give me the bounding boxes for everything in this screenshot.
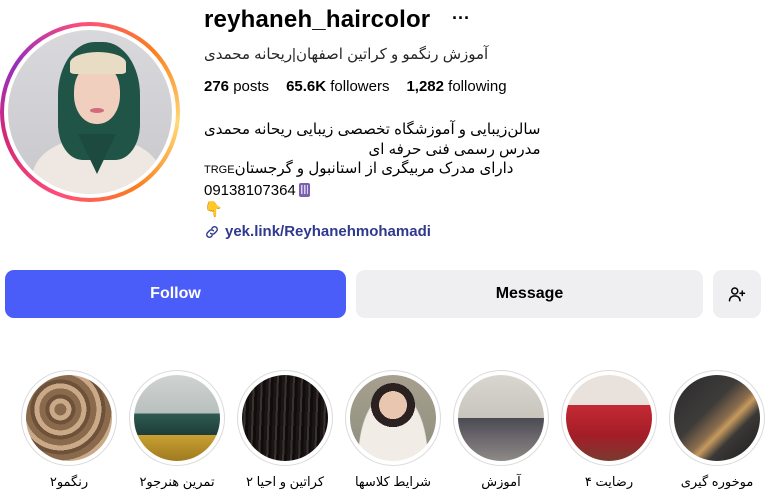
highlight-item[interactable]: کراتین و احیا ۲: [230, 370, 340, 490]
add-user-button[interactable]: [713, 270, 761, 318]
highlight-label: آموزش: [481, 474, 521, 489]
posts-label: posts: [233, 78, 270, 95]
followers-label: followers: [330, 78, 390, 95]
avatar-photo: [8, 30, 172, 194]
message-button[interactable]: Message: [356, 270, 703, 318]
highlight-ring: [237, 370, 333, 466]
highlight-ring: [561, 370, 657, 466]
highlight-item[interactable]: تمرین هنرجو۲: [122, 370, 232, 490]
profile-avatar[interactable]: [0, 22, 180, 202]
profile-full-name: آموزش رنگمو و کراتین اصفهان|ریحانه محمدی: [204, 46, 489, 63]
highlight-ring: [453, 370, 549, 466]
highlight-label: شرایط کلاسها: [354, 474, 432, 489]
highlight-cover: [242, 375, 328, 461]
add-user-icon: [728, 287, 746, 302]
highlight-label: رضایت ۴: [584, 474, 634, 489]
avatar-border: [4, 26, 176, 198]
bio-line-text: دارای مدرک مربیگری از استانبول و گرجستان: [234, 160, 514, 177]
highlight-ring: [129, 370, 225, 466]
highlight-ring: [669, 370, 765, 466]
highlight-ring: [21, 370, 117, 466]
following-count: 1,282: [406, 78, 444, 95]
bio-line: مدرس رسمی فنی حرفه ای: [368, 140, 541, 158]
highlight-item[interactable]: آموزش: [446, 370, 556, 490]
profile-link-text: yek.link/Reyhanehmohamadi: [225, 223, 431, 240]
highlight-cover: [566, 375, 652, 461]
link-chain-icon: [206, 225, 218, 238]
highlight-item[interactable]: رنگمو۲: [14, 370, 124, 490]
more-options-icon[interactable]: ···: [452, 8, 470, 29]
highlight-label: تمرین هنرجو۲: [139, 474, 215, 489]
highlight-item[interactable]: رضایت ۴: [554, 370, 664, 490]
highlight-item[interactable]: شرایط کلاسها: [338, 370, 448, 490]
bio-badge: TRGE: [204, 164, 235, 176]
highlight-cover: [674, 375, 760, 461]
highlight-label: موخوره گیری: [680, 474, 754, 489]
highlight-label: کراتین و احیا ۲: [245, 474, 325, 489]
mobile-phone-icon: [298, 182, 310, 197]
highlight-cover: [26, 375, 112, 461]
profile-link[interactable]: yek.link/Reyhanehmohamadi: [204, 223, 431, 240]
bio-line: سالن‌زیبایی و آموزشگاه تخصصی زیبایی ریحا…: [204, 121, 541, 138]
highlight-label: رنگمو۲: [49, 474, 89, 489]
profile-stats: 276 posts 65.6K followers 1,282 followin…: [204, 78, 507, 95]
highlight-cover: [350, 375, 436, 461]
following-label: following: [448, 78, 507, 95]
highlight-cover: [134, 375, 220, 461]
followers-stat[interactable]: 65.6K followers: [286, 78, 389, 95]
posts-count: 276: [204, 78, 230, 95]
highlight-cover: [458, 375, 544, 461]
highlight-item[interactable]: موخوره گیری: [662, 370, 770, 490]
bio-phone-line: 09138107364: [204, 181, 541, 201]
bio-line: TRGEدارای مدرک مربیگری از استانبول و گرج…: [204, 159, 541, 181]
follow-button[interactable]: Follow: [5, 270, 346, 318]
posts-stat[interactable]: 276 posts: [204, 78, 269, 95]
pointing-down-icon: 👇: [204, 201, 223, 218]
highlight-ring: [345, 370, 441, 466]
profile-username: reyhaneh_haircolor: [204, 6, 431, 33]
followers-count: 65.6K: [286, 78, 327, 95]
profile-bio: سالن‌زیبایی و آموزشگاه تخصصی زیبایی ریحا…: [204, 120, 541, 220]
story-highlights: رنگمو۲ تمرین هنرجو۲ کراتین و احیا ۲ شرای…: [0, 370, 770, 500]
phone-number: 09138107364: [204, 181, 296, 199]
following-stat[interactable]: 1,282 following: [406, 78, 506, 95]
